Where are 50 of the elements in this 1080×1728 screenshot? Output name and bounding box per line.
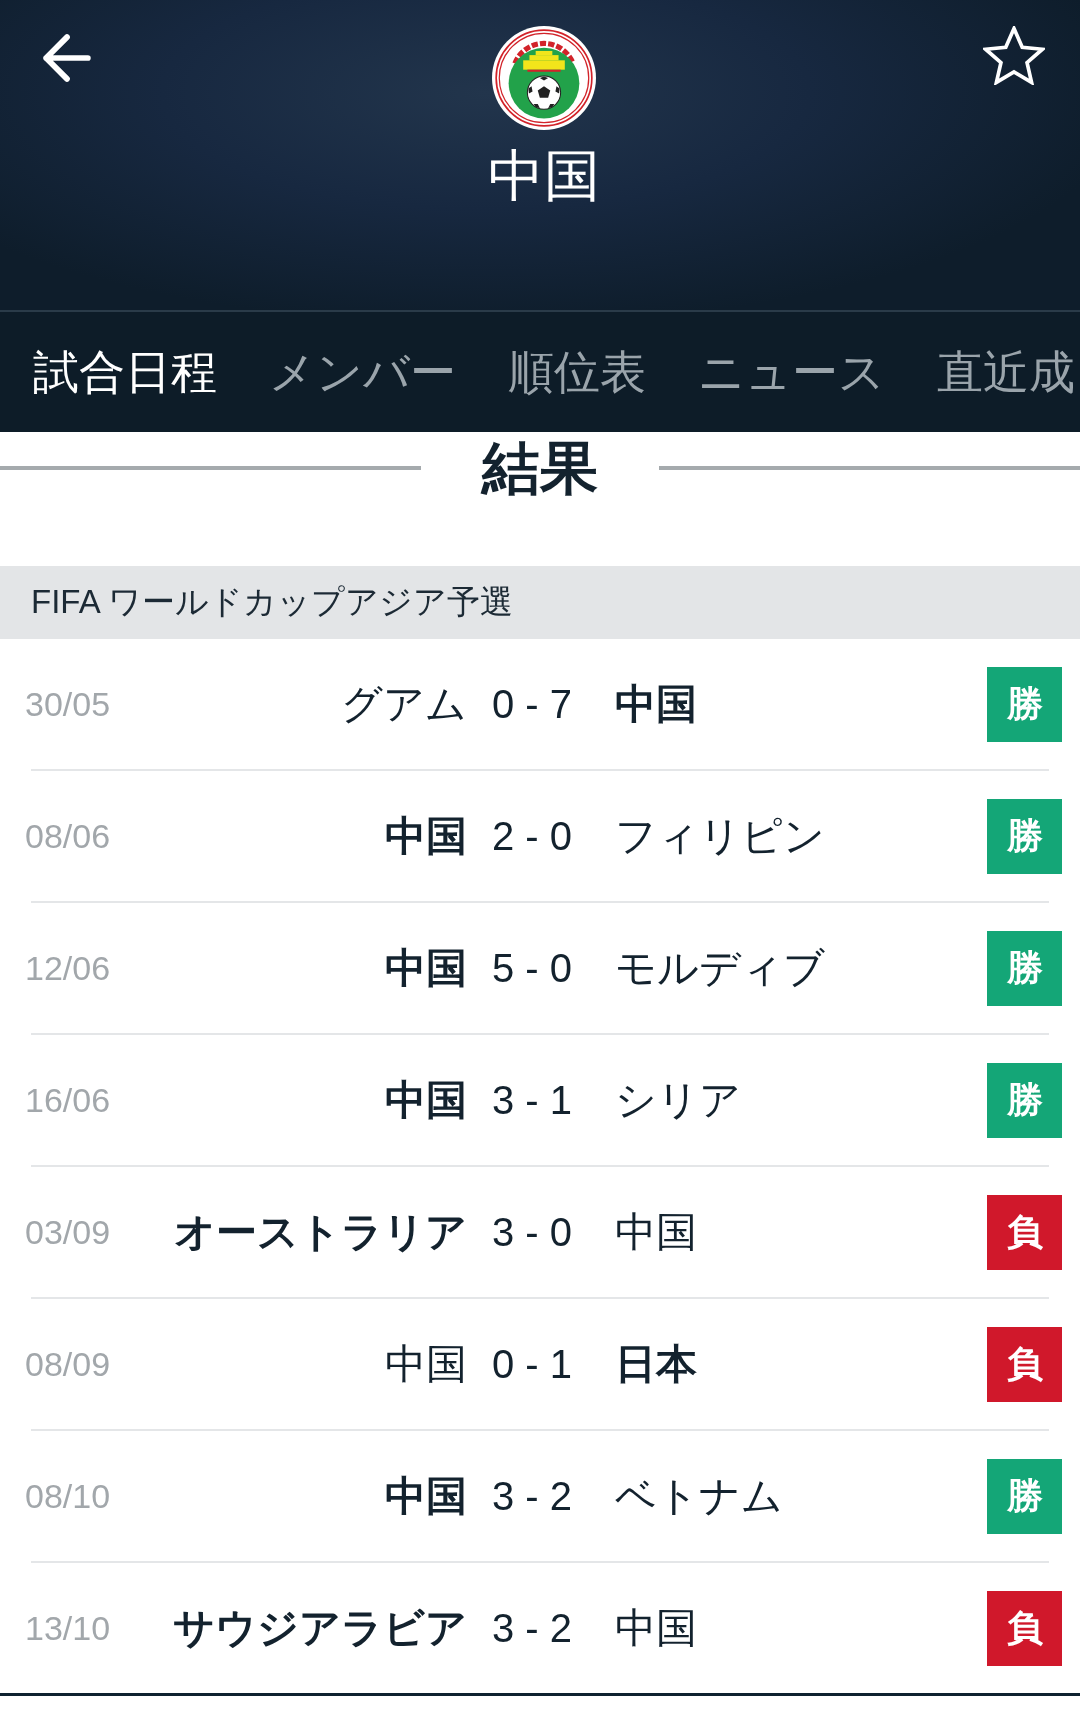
tab[interactable]: 直近成 bbox=[937, 344, 1075, 400]
team-name: 中国 bbox=[384, 1339, 467, 1389]
competition-name: FIFA ワールドカップアジア予選 bbox=[31, 582, 514, 622]
team-name: モルディブ bbox=[615, 943, 826, 993]
match-date: 13/10 bbox=[25, 1608, 112, 1648]
tab[interactable]: 試合日程 bbox=[33, 344, 217, 400]
team-name: 中国 bbox=[615, 1603, 698, 1653]
team-name: ベトナム bbox=[615, 1471, 784, 1521]
team-name: サウジアラビア bbox=[172, 1603, 467, 1653]
match-date: 08/09 bbox=[25, 1344, 112, 1384]
tab[interactable]: ニュース bbox=[698, 344, 885, 400]
result-badge: 勝 bbox=[987, 666, 1062, 742]
match-score: 2 - 0 bbox=[491, 813, 574, 859]
team-name: 中国 bbox=[384, 811, 467, 861]
team-name: グアム bbox=[340, 679, 467, 729]
tab[interactable]: メンバー bbox=[269, 344, 456, 400]
result-badge: 負 bbox=[987, 1194, 1062, 1270]
result-badge: 勝 bbox=[987, 1062, 1062, 1138]
match-score: 3 - 2 bbox=[491, 1605, 574, 1651]
result-badge: 勝 bbox=[987, 930, 1062, 1006]
match-date: 16/06 bbox=[25, 1080, 112, 1120]
team-name: オーストラリア bbox=[173, 1207, 467, 1257]
match-score: 5 - 0 bbox=[491, 945, 574, 991]
team-name: 中国 bbox=[384, 1075, 467, 1125]
tab[interactable]: 順位表 bbox=[508, 344, 646, 400]
team-name: 中国 bbox=[615, 1207, 698, 1257]
match-score: 3 - 1 bbox=[491, 1077, 574, 1123]
match-date: 12/06 bbox=[25, 948, 112, 988]
result-badge: 負 bbox=[987, 1326, 1062, 1402]
result-badge: 勝 bbox=[987, 1458, 1062, 1534]
team-name: 中国 bbox=[384, 943, 467, 993]
result-badge: 負 bbox=[987, 1590, 1062, 1666]
team-name: シリア bbox=[615, 1075, 742, 1125]
match-date: 08/10 bbox=[25, 1476, 112, 1516]
team-title: 中国 bbox=[488, 146, 600, 206]
team-name: 中国 bbox=[615, 679, 698, 729]
match-score: 3 - 2 bbox=[491, 1473, 574, 1519]
team-name: 中国 bbox=[384, 1471, 467, 1521]
match-score: 0 - 7 bbox=[491, 681, 574, 727]
team-name: フィリピン bbox=[615, 811, 826, 861]
star-icon[interactable] bbox=[983, 26, 1045, 85]
team-name: 日本 bbox=[615, 1339, 698, 1389]
result-badge: 勝 bbox=[987, 798, 1062, 874]
match-date: 30/05 bbox=[25, 684, 112, 724]
match-score: 3 - 0 bbox=[491, 1209, 574, 1255]
match-score: 0 - 1 bbox=[491, 1341, 574, 1387]
match-date: 03/09 bbox=[25, 1212, 112, 1252]
match-date: 08/06 bbox=[25, 816, 112, 856]
section-title: 結果 bbox=[482, 434, 598, 502]
back-arrow-icon[interactable] bbox=[43, 34, 91, 82]
